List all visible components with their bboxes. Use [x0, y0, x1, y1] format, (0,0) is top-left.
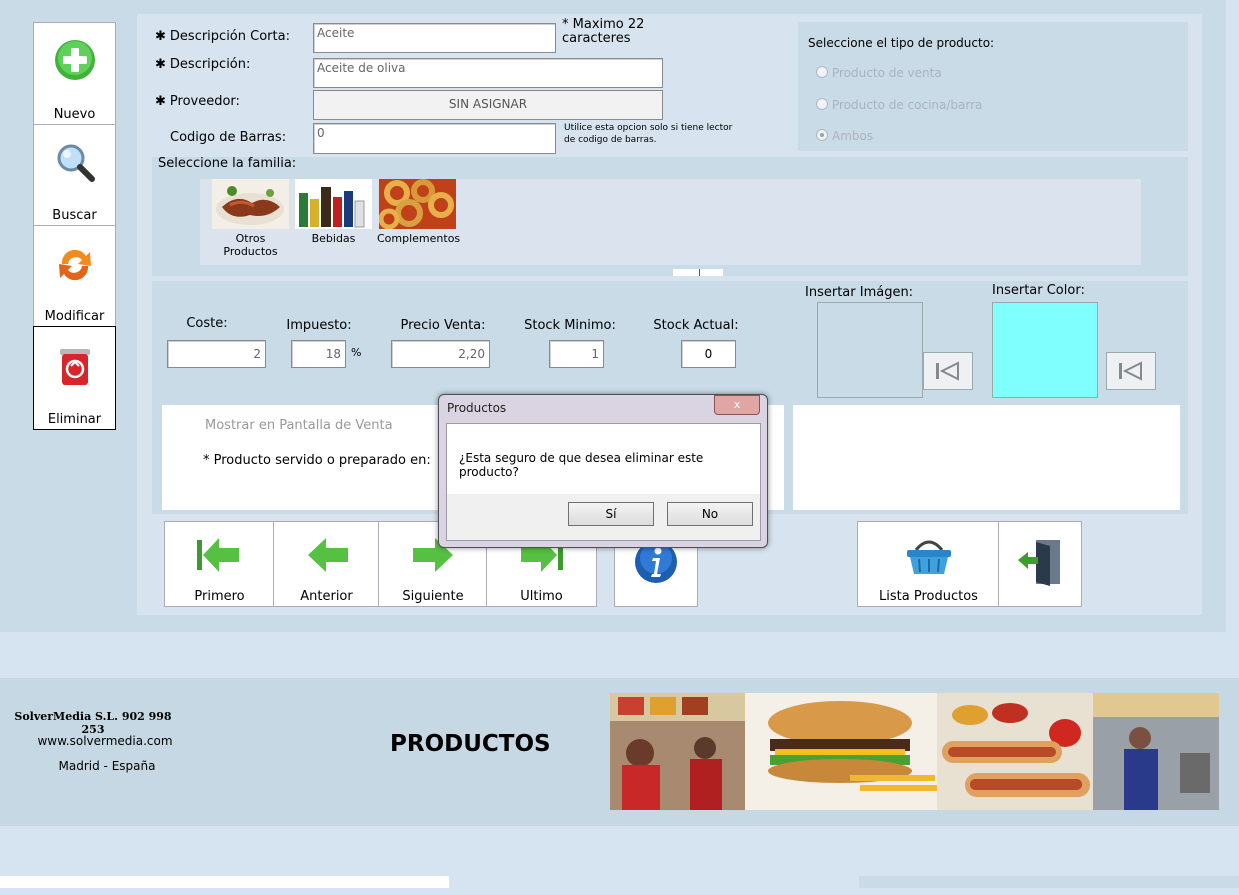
max-chars-note: * Maximo 22 caracteres	[562, 17, 645, 46]
familia-otros-productos[interactable]: Otros Productos	[211, 179, 290, 258]
previous-record-icon	[308, 538, 348, 572]
first-arrow-icon	[936, 361, 959, 381]
primero-label: Primero	[194, 589, 245, 604]
scrollbar-thumb	[699, 269, 700, 276]
shopping-basket-icon	[907, 540, 951, 574]
producto-servido-label: * Producto servido o preparado en:	[203, 453, 431, 468]
familia-complementos[interactable]: Complementos	[377, 179, 461, 245]
codigo-barras-label: Codigo de Barras:	[170, 130, 287, 145]
color-preview[interactable]	[992, 302, 1098, 398]
insertar-color-label: Insertar Color:	[992, 283, 1085, 298]
descripcion-input[interactable]: Aceite de oliva	[313, 58, 663, 88]
footer-website[interactable]: www.solvermedia.com	[20, 734, 190, 748]
complementos-image	[378, 179, 456, 230]
exit-door-icon	[1018, 540, 1060, 586]
eliminar-button[interactable]: Eliminar	[33, 326, 116, 430]
radio-circle-icon	[816, 98, 828, 110]
right-white-panel	[793, 405, 1180, 510]
buscar-button[interactable]: Buscar	[33, 124, 116, 226]
eliminar-label: Eliminar	[47, 412, 102, 427]
dialog-no-button[interactable]: No	[667, 502, 753, 526]
desc-corta-input[interactable]: Aceite	[313, 23, 556, 53]
magnifier-icon	[57, 144, 95, 182]
dialog-body: ¿Esta seguro de que desea eliminar este …	[446, 423, 761, 541]
radio-circle-icon	[816, 66, 828, 78]
percent-sign: %	[351, 346, 362, 359]
codigo-barras-note: Utilice esta opcion solo si tiene lector…	[564, 123, 733, 145]
impuesto-input[interactable]: 18	[291, 340, 346, 368]
descripcion-label: ✱ Descripción:	[155, 57, 251, 72]
desc-corta-label: ✱ Descripción Corta:	[155, 29, 290, 44]
radio-selected-icon	[816, 129, 828, 141]
familia-title: Seleccione la familia:	[158, 156, 297, 171]
bebidas-image	[295, 179, 372, 229]
familia-bebidas-label: Bebidas	[311, 232, 356, 245]
stock-actual-label: Stock Actual:	[653, 318, 739, 333]
bottom-bar-right	[859, 876, 1239, 888]
first-record-icon	[197, 538, 239, 572]
codigo-barras-input[interactable]: 0	[313, 123, 556, 154]
modificar-label: Modificar	[44, 309, 105, 324]
radio-ambos[interactable]: Ambos	[816, 129, 873, 143]
precio-venta-label: Precio Venta:	[400, 318, 486, 333]
nuevo-label: Nuevo	[53, 107, 96, 122]
color-browse-button[interactable]	[1106, 352, 1156, 390]
bottom-bar-left	[0, 876, 449, 888]
dialog-close-button[interactable]: x	[714, 395, 760, 415]
stock-minimo-label: Stock Minimo:	[524, 318, 616, 333]
imagen-preview[interactable]	[817, 302, 923, 398]
proveedor-button[interactable]: SIN ASIGNAR	[313, 90, 663, 120]
tipo-producto-title: Seleccione el tipo de producto:	[808, 36, 995, 50]
footer-title: PRODUCTOS	[390, 731, 551, 757]
recycle-bin-icon	[60, 349, 90, 385]
modificar-button[interactable]: Modificar	[33, 225, 116, 327]
dialog-footer: Sí No	[447, 494, 760, 540]
impuesto-label: Impuesto:	[286, 318, 352, 333]
lista-productos-label: Lista Productos	[879, 589, 978, 604]
ultimo-label: Ultimo	[520, 589, 563, 604]
mostrar-pantalla-venta[interactable]: Mostrar en Pantalla de Venta	[205, 418, 393, 433]
refresh-icon	[59, 249, 91, 281]
buscar-label: Buscar	[52, 208, 97, 223]
otros-productos-image	[212, 179, 289, 229]
lista-productos-button[interactable]: Lista Productos	[857, 521, 1000, 607]
siguiente-label: Siguiente	[402, 589, 464, 604]
coste-input[interactable]: 2	[167, 340, 266, 368]
coste-label: Coste:	[186, 316, 228, 331]
familia-complementos-label: Complementos	[377, 232, 461, 245]
anterior-label: Anterior	[300, 589, 353, 604]
dialog-message: ¿Esta seguro de que desea eliminar este …	[459, 451, 704, 479]
familia-scrollbar[interactable]	[673, 269, 723, 276]
familia-bebidas[interactable]: Bebidas	[294, 179, 373, 245]
familia-otros-label: Otros Productos	[223, 232, 278, 258]
proveedor-label: ✱ Proveedor:	[155, 94, 240, 109]
primero-button[interactable]: Primero	[164, 521, 275, 607]
dialog-title: Productos	[447, 401, 507, 415]
insertar-imagen-label: Insertar Imágen:	[805, 285, 914, 300]
precio-venta-input[interactable]: 2,20	[391, 340, 490, 368]
exit-button[interactable]	[998, 521, 1082, 607]
imagen-browse-button[interactable]	[923, 352, 973, 390]
nuevo-button[interactable]: Nuevo	[33, 22, 116, 125]
dialog-yes-button[interactable]: Sí	[568, 502, 654, 526]
footer-location: Madrid - España	[58, 759, 156, 773]
radio-producto-cocina[interactable]: Producto de cocina/barra	[816, 98, 982, 112]
add-icon	[55, 40, 95, 80]
close-icon: x	[733, 398, 741, 411]
footer-company: SolverMedia S.L. 902 998 253	[14, 710, 172, 736]
confirm-dialog: Productos x ¿Esta seguro de que desea el…	[438, 394, 768, 548]
first-arrow-icon	[1119, 361, 1142, 381]
footer-banner-image	[610, 693, 1219, 810]
radio-producto-venta[interactable]: Producto de venta	[816, 66, 942, 80]
stock-actual-input[interactable]: 0	[681, 340, 736, 368]
anterior-button[interactable]: Anterior	[273, 521, 380, 607]
stock-minimo-input[interactable]: 1	[549, 340, 604, 368]
